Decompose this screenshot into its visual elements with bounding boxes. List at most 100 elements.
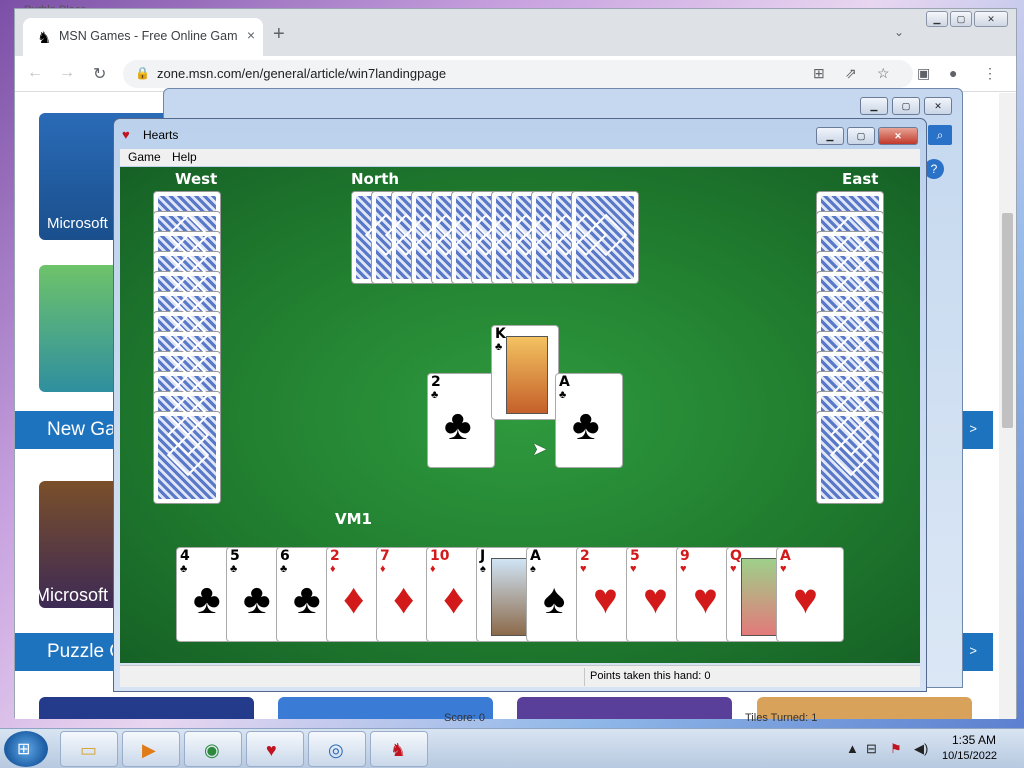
profile-icon[interactable]: ● (949, 65, 957, 81)
show-hidden-icons[interactable]: ▲ (846, 741, 859, 756)
volume-icon[interactable]: ◀) (914, 741, 928, 757)
taskbar-chess[interactable]: ♞ (370, 731, 428, 767)
mouse-cursor-icon: ➤ (532, 439, 548, 459)
taskbar: ⊞ ▭ ▶ ◉ ♥ ◎ ♞ ▲ ⊟ ⚑ ◀) 1:35 AM 10/15/202… (0, 728, 1024, 768)
close-tab-icon[interactable]: × (247, 27, 255, 43)
play-icon: ▶ (142, 740, 156, 760)
game-tile-6[interactable] (517, 697, 732, 719)
chess-icon: ♞ (390, 740, 407, 760)
card-rank: 7 (380, 548, 390, 564)
card-rank: 6 (280, 548, 290, 564)
maximize-button[interactable]: ▢ (892, 97, 920, 115)
address-bar[interactable]: 🔒 zone.msn.com/en/general/article/win7la… (123, 60, 913, 88)
card-pip: ♣ (243, 575, 271, 622)
hearts-icon: ♥ (266, 740, 277, 760)
card-suit: ♠ (530, 563, 536, 575)
tab-title: MSN Games - Free Online Game (59, 29, 237, 43)
game-tile-4[interactable] (39, 697, 254, 719)
card-suit: ♥ (780, 563, 787, 575)
card-rank: 2 (431, 374, 441, 390)
msn-games-favicon-icon: ♞ (37, 30, 52, 47)
url-text[interactable]: zone.msn.com/en/general/article/win7land… (157, 66, 446, 81)
card-rank: 4 (180, 548, 190, 564)
card-suit: ♦ (380, 563, 386, 575)
maximize-button[interactable]: ▢ (847, 127, 875, 145)
card-pip: ♥ (693, 575, 718, 622)
taskbar-explorer[interactable]: ▭ (60, 731, 118, 767)
reload-button[interactable]: ↻ (93, 64, 106, 84)
card-suit: ♦ (330, 563, 336, 575)
card-pip: ♣ (293, 575, 321, 622)
hand-card[interactable]: A ♥ ♥ (776, 547, 844, 642)
clock-time[interactable]: 1:35 AM (952, 733, 996, 747)
browser-menu-icon[interactable]: ⋮ (983, 65, 997, 82)
help-icon[interactable]: ? (924, 159, 944, 179)
taskbar-chrome[interactable]: ◉ (184, 731, 242, 767)
windows-logo-icon: ⊞ (17, 741, 31, 758)
card-rank: 9 (680, 548, 690, 564)
menu-help[interactable]: Help (172, 150, 197, 164)
card-suit: ♠ (480, 563, 486, 575)
card-suit: ♣ (280, 563, 288, 575)
card-suit: ♣ (559, 389, 567, 401)
side-panel-icon[interactable]: ▣ (917, 65, 930, 82)
start-button[interactable]: ⊞ (4, 731, 48, 767)
action-center-icon[interactable]: ⚑ (890, 741, 902, 757)
minimize-button[interactable]: ▁ (860, 97, 888, 115)
hearts-title-bar[interactable]: ♥ Hearts ▁ ▢ ✕ (114, 119, 926, 149)
trick-card[interactable]: A ♣ ♣ (555, 373, 623, 468)
new-tab-button[interactable]: + (273, 23, 285, 46)
minimize-button[interactable]: ▁ (926, 11, 948, 27)
chevron-right-icon[interactable]: > (969, 421, 977, 436)
card-suit: ♣ (495, 341, 503, 353)
network-icon[interactable]: ⊟ (866, 741, 877, 757)
behind-score-text: Score: 0 (444, 712, 485, 724)
share-icon[interactable]: ⇗ (845, 65, 857, 82)
maximize-button[interactable]: ▢ (950, 11, 972, 27)
scrollbar-thumb[interactable] (1002, 213, 1013, 428)
taskbar-purble-place[interactable]: ◎ (308, 731, 366, 767)
trick-card[interactable]: K ♣ (491, 325, 559, 420)
search-icon[interactable]: ⌕ (928, 125, 952, 145)
game-table: West North East VM1 ➤ 2 ♣ ♣ K ♣ A ♣ ♣ 4 ♣ ♣ 5 ♣ ♣ 6 ♣ ♣ 2… (120, 167, 920, 663)
trick-card[interactable]: 2 ♣ ♣ (427, 373, 495, 468)
bookmark-star-icon[interactable]: ☆ (877, 65, 890, 82)
window-title: Hearts (143, 128, 179, 142)
clock-date[interactable]: 10/15/2022 (942, 750, 997, 762)
close-button[interactable]: ✕ (878, 127, 918, 145)
install-app-icon[interactable]: ⊞ (813, 65, 825, 82)
taskbar-hearts[interactable]: ♥ (246, 731, 304, 767)
card-rank: J (480, 548, 486, 564)
face-card-art (506, 336, 548, 414)
card-rank: 10 (430, 548, 450, 564)
card-suit: ♥ (580, 563, 587, 575)
lock-icon[interactable]: 🔒 (135, 66, 150, 80)
tab-search-icon[interactable]: ⌄ (894, 25, 904, 39)
card-pip: ♥ (643, 575, 668, 622)
card-rank: 2 (330, 548, 340, 564)
game-tile-label: Microsoft (39, 585, 109, 605)
page-scrollbar[interactable] (999, 93, 1016, 719)
player-label-west: West (175, 170, 218, 188)
tab-strip: ♞ MSN Games - Free Online Game × + ⌄ ▁ ▢… (15, 9, 1016, 56)
section-title: New Ga (47, 419, 116, 440)
card-pip: ♠ (543, 575, 566, 622)
eyes-icon: ◎ (328, 740, 344, 760)
player-label-south: VM1 (335, 510, 372, 528)
game-tile-label: Microsoft (47, 215, 108, 232)
taskbar-media-player[interactable]: ▶ (122, 731, 180, 767)
hearts-window-controls: ▁ ▢ ✕ (816, 127, 918, 145)
card-pip: ♦ (393, 575, 415, 622)
card-suit: ♣ (230, 563, 238, 575)
back-button[interactable]: ← (27, 64, 43, 82)
forward-button[interactable]: → (59, 64, 75, 82)
card-pip: ♦ (343, 575, 365, 622)
menu-game[interactable]: Game (128, 150, 161, 164)
chevron-right-icon[interactable]: > (969, 643, 977, 658)
browser-tab[interactable]: ♞ MSN Games - Free Online Game × (23, 18, 263, 56)
card-suit: ♥ (730, 563, 737, 575)
close-button[interactable]: ✕ (924, 97, 952, 115)
minimize-button[interactable]: ▁ (816, 127, 844, 145)
card-suit: ♣ (431, 389, 439, 401)
close-window-button[interactable]: ✕ (974, 11, 1008, 27)
